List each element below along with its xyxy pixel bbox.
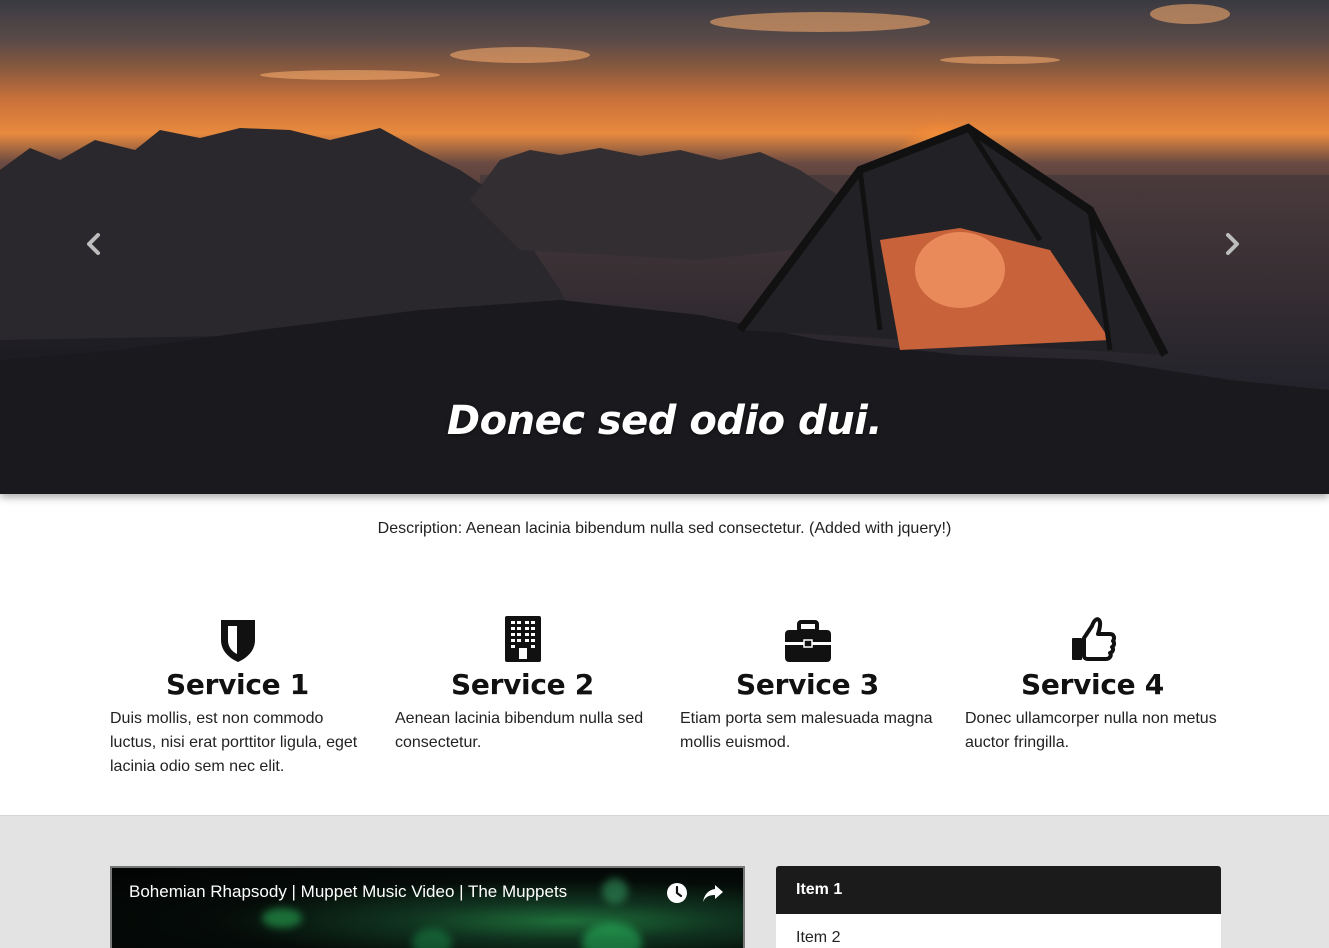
list-item[interactable]: Item 1 [776, 866, 1221, 914]
description-text: Description: Aenean lacinia bibendum nul… [377, 520, 952, 537]
carousel-caption: Donec sed odio dui. [446, 398, 883, 444]
carousel-prev-button[interactable] [79, 228, 109, 260]
service-card: Service 4 Donec ullamcorper nulla non me… [965, 608, 1220, 755]
chevron-left-icon [87, 233, 100, 255]
service-title: Service 2 [451, 668, 594, 701]
hero-carousel: Donec sed odio dui. [0, 0, 1329, 494]
shield-icon [220, 620, 255, 662]
clock-icon[interactable] [666, 882, 688, 904]
services-section: Service 1 Duis mollis, est non commodo l… [110, 608, 1220, 788]
tent-graphic [736, 123, 1169, 357]
service-title: Service 4 [1021, 668, 1164, 701]
video-embed[interactable]: Bohemian Rhapsody | Muppet Music Video |… [110, 866, 745, 948]
service-text: Aenean lacinia bibendum nulla sed consec… [395, 710, 644, 751]
carousel-next-button[interactable] [1217, 228, 1247, 260]
service-title: Service 1 [166, 668, 309, 701]
media-section: Bohemian Rhapsody | Muppet Music Video |… [0, 815, 1329, 948]
briefcase-icon [784, 620, 831, 662]
service-title: Service 3 [736, 668, 879, 701]
item-list: Item 1 Item 2 [776, 866, 1221, 948]
video-title[interactable]: Bohemian Rhapsody | Muppet Music Video |… [129, 882, 567, 902]
service-text: Duis mollis, est non commodo luctus, nis… [110, 710, 358, 775]
chevron-right-icon [1226, 233, 1239, 255]
share-icon[interactable] [702, 882, 724, 904]
service-card: Service 1 Duis mollis, est non commodo l… [110, 608, 365, 779]
building-icon [504, 616, 541, 662]
service-text: Donec ullamcorper nulla non metus auctor… [965, 710, 1217, 751]
service-text: Etiam porta sem malesuada magna mollis e… [680, 710, 933, 751]
list-item[interactable]: Item 2 [776, 914, 1221, 948]
thumbs-up-icon [1071, 617, 1116, 661]
service-card: Service 2 Aenean lacinia bibendum nulla … [395, 608, 650, 755]
service-card: Service 3 Etiam porta sem malesuada magn… [680, 608, 935, 755]
